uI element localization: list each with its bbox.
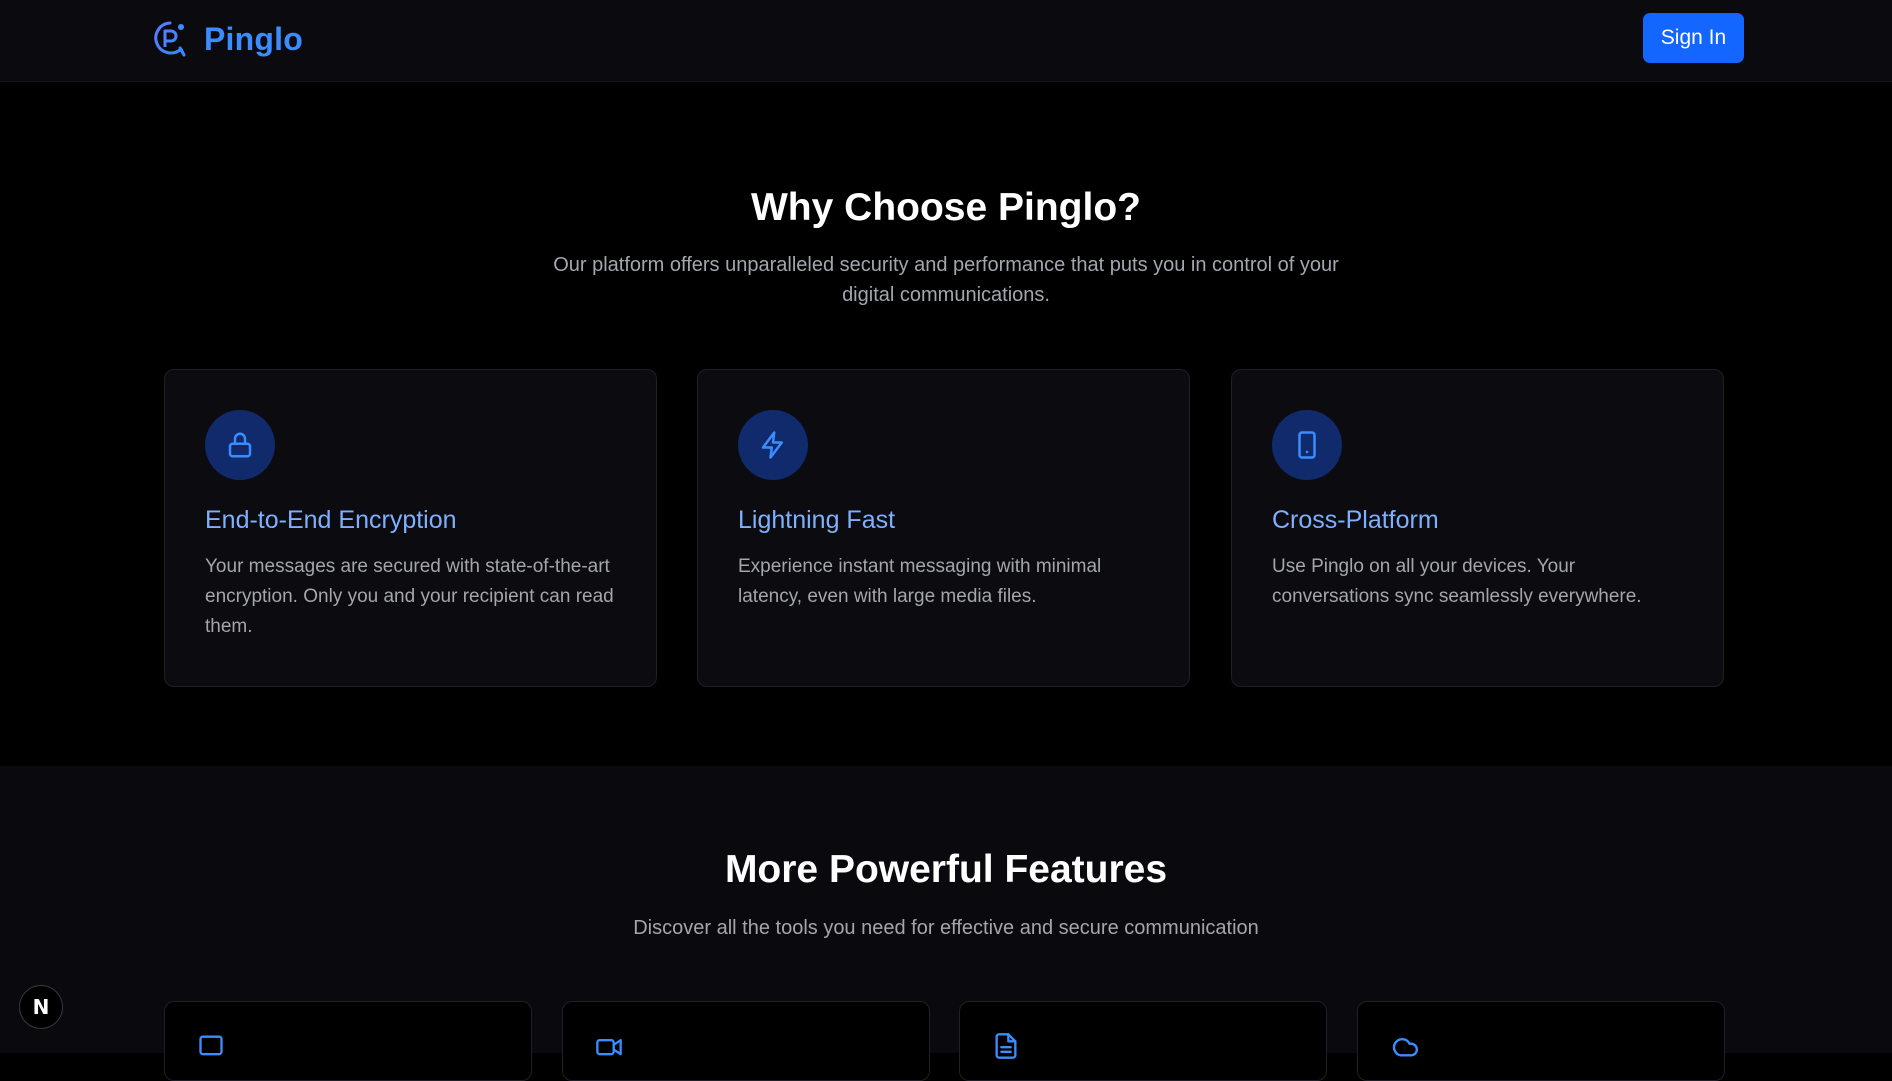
more-features-subtitle: Discover all the tools you need for effe… — [633, 917, 1259, 939]
icon-circle — [738, 410, 808, 480]
sign-in-button[interactable]: Sign In — [1643, 13, 1744, 63]
pinglo-logo-icon — [154, 21, 186, 57]
feature-card-title: Lightning Fast — [738, 506, 896, 534]
more-feature-card-video — [562, 1001, 930, 1081]
lightning-icon — [761, 431, 783, 459]
document-icon — [995, 1033, 1017, 1059]
chat-square-icon — [199, 1035, 223, 1056]
feature-card-description: Use Pinglo on all your devices. Your con… — [1272, 556, 1642, 607]
icon-circle — [1272, 410, 1342, 480]
feature-card-title: End-to-End Encryption — [205, 506, 457, 534]
why-choose-title: Why Choose Pinglo? — [751, 186, 1141, 229]
cloud-icon — [1392, 1038, 1418, 1057]
feature-card-cross-platform: Cross-Platform Use Pinglo on all your de… — [1231, 369, 1724, 687]
more-feature-card-cloud — [1357, 1001, 1725, 1081]
icon-circle — [205, 410, 275, 480]
feature-card-description: Your messages are secured with state-of-… — [205, 556, 614, 637]
why-choose-subtitle: Our platform offers unparalleled securit… — [553, 254, 1339, 306]
video-camera-icon — [596, 1039, 622, 1056]
top-navbar: Pinglo Sign In — [0, 0, 1892, 82]
more-features-section: More Powerful Features Discover all the … — [0, 766, 1892, 1081]
more-feature-card-files — [959, 1001, 1327, 1081]
brand-name: Pinglo — [204, 20, 303, 57]
lock-icon — [228, 432, 252, 458]
feature-card-title: Cross-Platform — [1272, 506, 1439, 534]
tablet-icon — [1298, 431, 1316, 459]
feature-card-speed: Lightning Fast Experience instant messag… — [697, 369, 1190, 687]
next-dev-badge[interactable]: N — [19, 985, 63, 1029]
why-choose-section: Why Choose Pinglo? Our platform offers u… — [0, 82, 1892, 766]
feature-card-description: Experience instant messaging with minima… — [738, 556, 1102, 607]
feature-card-encryption: End-to-End Encryption Your messages are … — [164, 369, 657, 687]
brand-home-link[interactable]: Pinglo — [150, 18, 303, 60]
more-features-title: More Powerful Features — [724, 848, 1168, 891]
more-feature-card-messaging — [164, 1001, 532, 1081]
